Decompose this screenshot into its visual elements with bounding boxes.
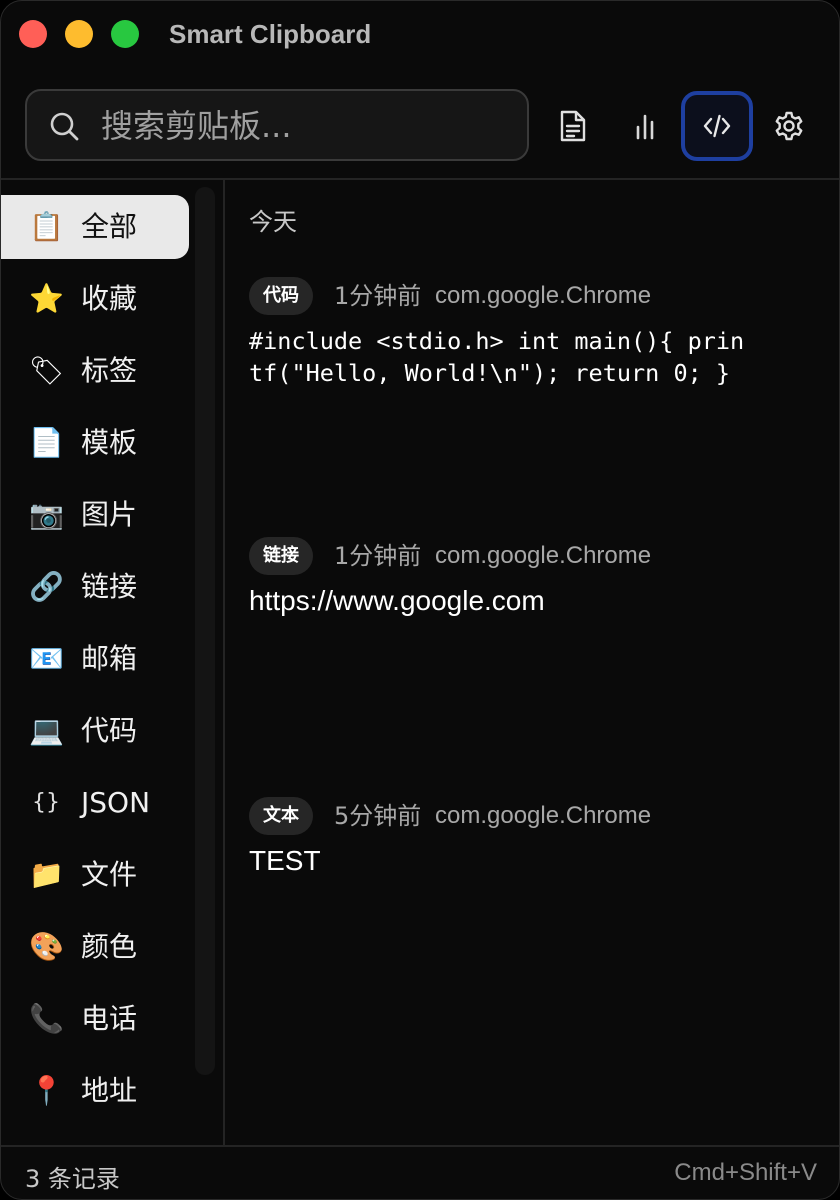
bar-chart-icon bbox=[636, 114, 654, 140]
status-bar: 3 条记录 Cmd+Shift+V bbox=[1, 1145, 839, 1199]
code-icon bbox=[703, 114, 731, 138]
palette-icon: 🎨 bbox=[29, 930, 64, 963]
entry-content: https://www.google.com bbox=[249, 585, 545, 616]
search-icon bbox=[50, 112, 79, 141]
sidebar-item-templates[interactable]: 📄 模板 bbox=[1, 411, 189, 475]
clipboard-entry[interactable]: 文本 5分钟前 com.google.Chrome TEST bbox=[249, 797, 819, 877]
sidebar-item-label: 地址 bbox=[81, 1074, 138, 1107]
app-title: Smart Clipboard bbox=[169, 19, 372, 49]
document-button[interactable] bbox=[537, 91, 609, 161]
pin-icon: 📍 bbox=[29, 1074, 64, 1107]
entry-time: 1分钟前 bbox=[334, 282, 422, 310]
sidebar-item-tags[interactable]: 🏷 标签 bbox=[1, 339, 189, 403]
sidebar-item-label: 全部 bbox=[81, 210, 138, 243]
entry-meta: 代码 1分钟前 com.google.Chrome bbox=[249, 277, 819, 315]
entry-time: 5分钟前 bbox=[334, 802, 422, 830]
page-icon: 📄 bbox=[29, 426, 64, 459]
code-button[interactable] bbox=[681, 91, 753, 161]
sidebar-item-files[interactable]: 📁 文件 bbox=[1, 843, 189, 907]
document-icon bbox=[560, 110, 586, 142]
app-window: Smart Clipboard 搜索剪贴板... 📋 全部 ⭐ 收藏 🏷 标签 … bbox=[0, 0, 840, 1200]
sidebar-item-label: 模板 bbox=[81, 426, 138, 459]
entry-source: com.google.Chrome bbox=[435, 802, 652, 829]
sidebar-item-label: 邮箱 bbox=[81, 642, 138, 675]
title-bar[interactable]: Smart Clipboard bbox=[1, 1, 839, 67]
entry-meta: 链接 1分钟前 com.google.Chrome bbox=[249, 537, 819, 575]
sidebar-item-all[interactable]: 📋 全部 bbox=[1, 195, 189, 259]
camera-icon: 📷 bbox=[29, 498, 64, 531]
sidebar-item-label: 图片 bbox=[81, 498, 138, 531]
type-badge: 链接 bbox=[249, 537, 313, 575]
clipboard-icon: 📋 bbox=[29, 210, 64, 243]
sidebar-item-email[interactable]: 📧 邮箱 bbox=[1, 627, 189, 691]
sidebar-item-phone[interactable]: 📞 电话 bbox=[1, 987, 189, 1051]
link-icon: 🔗 bbox=[29, 570, 64, 603]
entry-time: 1分钟前 bbox=[334, 542, 422, 570]
sidebar-item-label: 代码 bbox=[81, 714, 138, 747]
type-badge: 文本 bbox=[249, 797, 313, 835]
folder-icon: 📁 bbox=[29, 858, 64, 891]
gear-icon bbox=[775, 111, 803, 141]
laptop-icon: 💻 bbox=[29, 714, 64, 747]
sidebar-item-colors[interactable]: 🎨 颜色 bbox=[1, 915, 189, 979]
sidebar-item-json[interactable]: {} JSON bbox=[1, 771, 189, 835]
sidebar-item-label: 颜色 bbox=[81, 930, 138, 963]
close-window-button[interactable] bbox=[19, 20, 47, 48]
sidebar-scrollbar[interactable] bbox=[195, 187, 215, 1075]
statistics-button[interactable] bbox=[609, 91, 681, 161]
record-count: 3 条记录 bbox=[25, 1165, 120, 1193]
sidebar-item-label: 收藏 bbox=[81, 282, 138, 315]
search-input[interactable] bbox=[99, 101, 509, 151]
clipboard-entry[interactable]: 链接 1分钟前 com.google.Chrome https://www.go… bbox=[249, 537, 819, 617]
braces-icon: {} bbox=[32, 790, 60, 815]
entry-source: com.google.Chrome bbox=[435, 542, 652, 569]
search-box[interactable] bbox=[25, 89, 529, 161]
settings-button[interactable] bbox=[753, 91, 825, 161]
entry-content: #include <stdio.h> int main(){ printf("H… bbox=[249, 327, 745, 387]
sidebar-item-label: 电话 bbox=[81, 1002, 138, 1035]
sidebar-item-favorites[interactable]: ⭐ 收藏 bbox=[1, 267, 189, 331]
clipboard-list: 今天 代码 1分钟前 com.google.Chrome #include <s… bbox=[225, 180, 839, 1145]
keyboard-shortcut: Cmd+Shift+V bbox=[674, 1159, 817, 1186]
sidebar-item-label: 标签 bbox=[81, 354, 138, 387]
minimize-window-button[interactable] bbox=[65, 20, 93, 48]
star-icon: ⭐ bbox=[29, 282, 64, 315]
envelope-icon: 📧 bbox=[29, 642, 64, 675]
entry-content: TEST bbox=[249, 845, 321, 876]
sidebar-item-code[interactable]: 💻 代码 bbox=[1, 699, 189, 763]
entry-meta: 文本 5分钟前 com.google.Chrome bbox=[249, 797, 819, 835]
clipboard-entry[interactable]: 代码 1分钟前 com.google.Chrome #include <stdi… bbox=[249, 277, 819, 389]
type-badge: 代码 bbox=[249, 277, 313, 315]
sidebar-item-label: JSON bbox=[81, 786, 151, 819]
sidebar-item-links[interactable]: 🔗 链接 bbox=[1, 555, 189, 619]
phone-icon: 📞 bbox=[29, 1002, 64, 1035]
sidebar-item-label: 文件 bbox=[81, 858, 138, 891]
entry-source: com.google.Chrome bbox=[435, 282, 652, 309]
sidebar-item-address[interactable]: 📍 地址 bbox=[1, 1059, 189, 1123]
tag-icon: 🏷 bbox=[29, 354, 65, 387]
maximize-window-button[interactable] bbox=[111, 20, 139, 48]
sidebar-item-label: 链接 bbox=[81, 570, 138, 603]
sidebar-item-images[interactable]: 📷 图片 bbox=[1, 483, 189, 547]
sidebar: 📋 全部 ⭐ 收藏 🏷 标签 📄 模板 📷 图片 🔗 链接 📧 邮箱 💻 代码 … bbox=[1, 180, 223, 1145]
section-title: 今天 bbox=[249, 208, 297, 236]
